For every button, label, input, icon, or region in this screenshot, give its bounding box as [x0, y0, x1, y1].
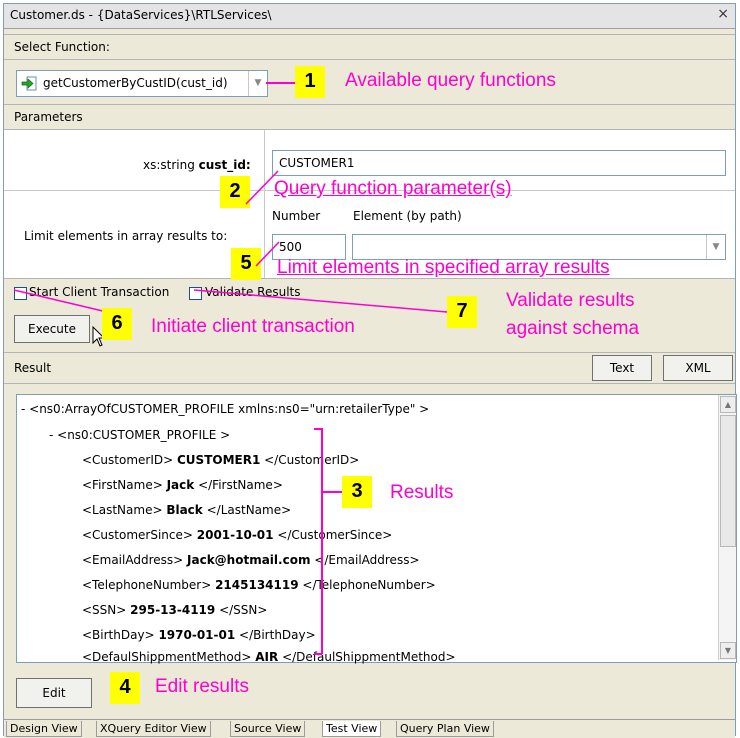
annotation-bracket-bottom [314, 653, 322, 655]
result-label: Result [14, 361, 52, 375]
annotation-bracket [321, 428, 323, 654]
tab-design-view[interactable]: Design View [6, 721, 82, 737]
annotation-text-5: Limit elements in specified array result… [277, 257, 610, 278]
tab-test-view[interactable]: Test View [322, 721, 382, 737]
parameters-header: Parameters [4, 104, 735, 130]
param-type-label: xs:string cust_id: [143, 158, 251, 172]
annotation-badge-4: 4 [110, 672, 140, 704]
annotation-text-2: Query function parameter(s) [274, 178, 512, 199]
xml-element-first-name: <FirstName> Jack </FirstName> [82, 478, 283, 492]
annotation-text-6: Initiate client transaction [151, 316, 355, 337]
title-bar: Customer.ds - {DataServices}\RTLServices… [4, 4, 735, 29]
select-function-header: Select Function: [4, 34, 735, 60]
limit-label: Limit elements in array results to: [24, 229, 228, 243]
cust-id-field[interactable]: CUSTOMER1 [272, 150, 726, 176]
chevron-down-icon[interactable]: ▼ [706, 235, 725, 259]
element-column-label: Element (by path) [353, 209, 462, 223]
result-header: Result Text XML [4, 352, 735, 384]
result-scrollbar[interactable]: ▲ ▼ [718, 395, 736, 660]
annotation-text-7b: against schema [506, 318, 640, 339]
view-tabs: Design View XQuery Editor View Source Vi… [4, 719, 735, 738]
editor-window: Customer.ds - {DataServices}\RTLServices… [3, 3, 737, 738]
xml-element-telephone: <TelephoneNumber> 2145134119 </Telephone… [82, 578, 436, 592]
annotation-text-4: Edit results [155, 676, 249, 697]
param-name-label: cust_id: [198, 158, 251, 172]
scroll-up-icon[interactable]: ▲ [720, 396, 736, 413]
annotation-text-7a: Validate results [506, 290, 635, 311]
cust-id-value: CUSTOMER1 [279, 156, 355, 170]
window-title: Customer.ds - {DataServices}\RTLServices… [10, 8, 272, 22]
annotation-leader-1 [266, 82, 296, 84]
scroll-thumb[interactable] [720, 415, 736, 547]
run-arrow-icon [21, 76, 37, 91]
edit-button[interactable]: Edit [16, 678, 92, 708]
select-function-label: Select Function: [14, 40, 110, 54]
annotation-badge-6: 6 [102, 308, 132, 340]
xml-element-last-name: <LastName> Black </LastName> [82, 503, 292, 517]
execute-button[interactable]: Execute [14, 315, 90, 343]
annotation-text-3: Results [390, 482, 454, 503]
scroll-down-icon[interactable]: ▼ [720, 642, 736, 659]
xml-element-customer-id: <CustomerID> CUSTOMER1 </CustomerID> [82, 453, 360, 467]
annotation-text-1: Available query functions [345, 70, 556, 91]
annotation-leader-7 [193, 289, 448, 313]
xml-view-button[interactable]: XML [663, 355, 733, 381]
annotation-badge-1: 1 [295, 66, 325, 98]
annotation-leader-6 [13, 289, 108, 313]
annotation-badge-3: 3 [342, 476, 372, 508]
xml-element-email: <EmailAddress> Jack@hotmail.com </EmailA… [82, 553, 420, 567]
result-tree[interactable]: - <ns0:ArrayOfCUSTOMER_PROFILE xmlns:ns0… [16, 394, 737, 664]
tree-node-profile[interactable]: - <ns0:CUSTOMER_PROFILE > [49, 428, 230, 442]
xml-element-shipping: <DefaulShippmentMethod> AIR </DefaulShip… [82, 650, 456, 664]
function-select[interactable]: getCustomerByCustID(cust_id) ▼ [16, 70, 268, 97]
text-view-button[interactable]: Text [592, 355, 652, 381]
tab-query-plan-view[interactable]: Query Plan View [396, 721, 494, 737]
function-select-value: getCustomerByCustID(cust_id) [43, 76, 228, 90]
number-column-label: Number [272, 209, 321, 223]
xml-element-customer-since: <CustomerSince> 2001-10-01 </CustomerSin… [82, 528, 393, 542]
close-icon[interactable]: × [717, 6, 729, 22]
chevron-down-icon[interactable]: ▼ [248, 71, 267, 96]
xml-element-birthday: <BirthDay> 1970-01-01 </BirthDay> [82, 628, 316, 642]
tab-xquery-editor-view[interactable]: XQuery Editor View [96, 721, 211, 737]
tree-node-root[interactable]: - <ns0:ArrayOfCUSTOMER_PROFILE xmlns:ns0… [21, 402, 429, 416]
xml-element-ssn: <SSN> 295-13-4119 </SSN> [82, 603, 268, 617]
annotation-badge-7: 7 [447, 296, 477, 328]
tab-source-view[interactable]: Source View [230, 721, 306, 737]
parameters-label: Parameters [14, 110, 83, 124]
